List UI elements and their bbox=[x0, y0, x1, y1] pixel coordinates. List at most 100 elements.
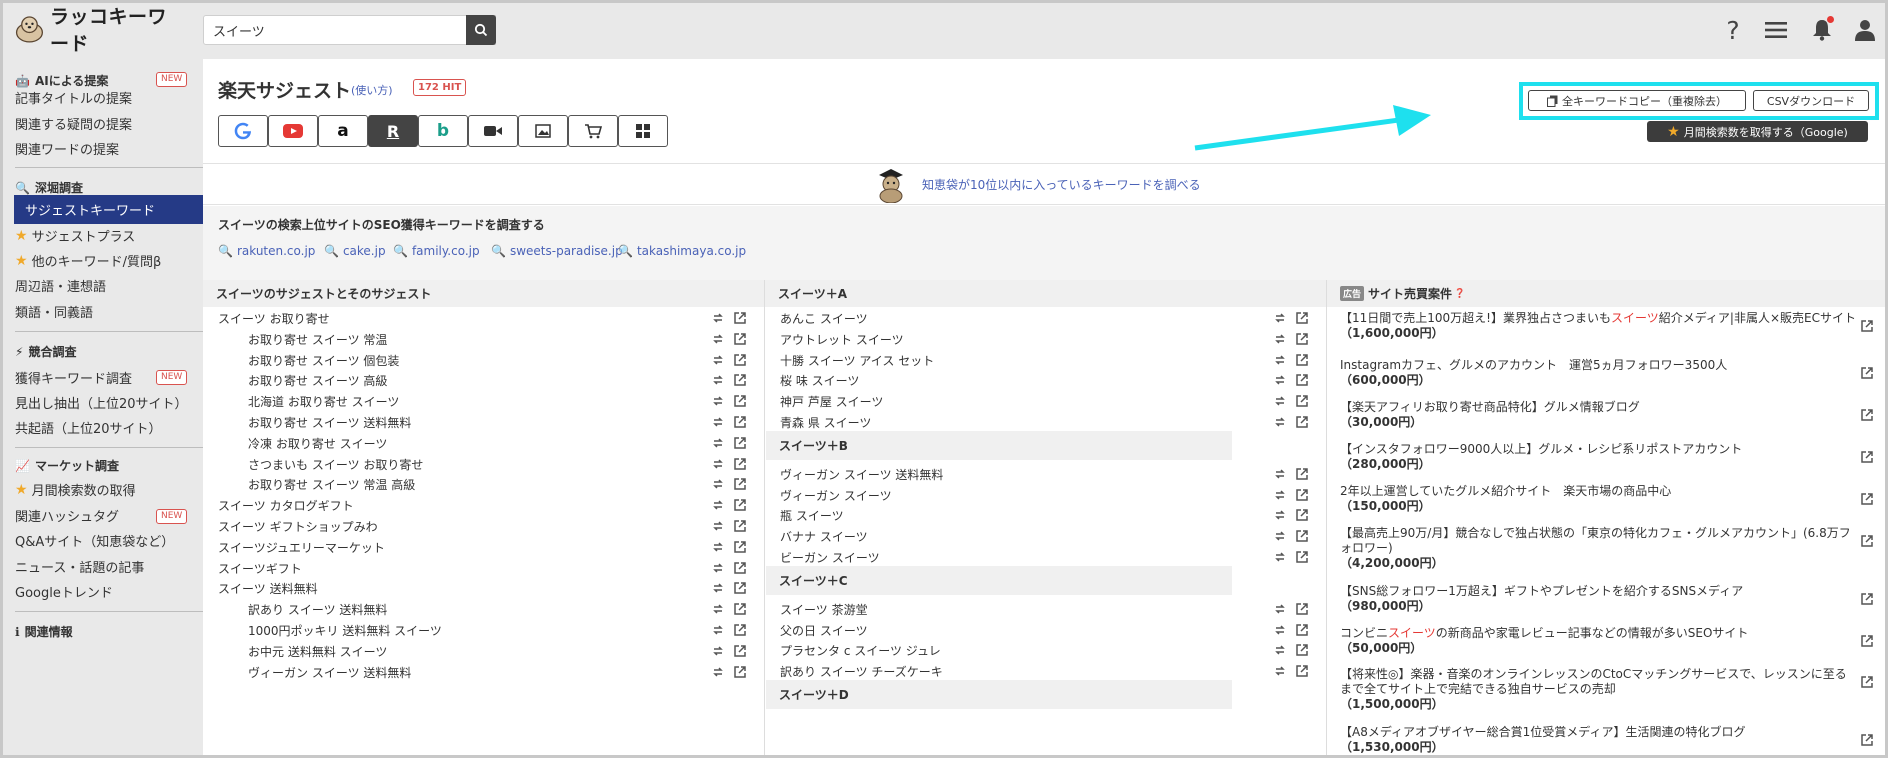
dig-deeper-icon[interactable] bbox=[1273, 373, 1287, 387]
alpha-suggest-row[interactable]: 瓶 スイーツ bbox=[780, 505, 844, 526]
dig-deeper-icon[interactable] bbox=[1273, 415, 1287, 429]
external-link-icon[interactable] bbox=[733, 519, 747, 533]
site-deal-item[interactable]: 【インスタフォロワー9000人以上】グルメ・レシピ系リポストアカウント （280,… bbox=[1340, 442, 1858, 472]
site-deal-item[interactable]: 【最高売上90万/月】競合なしで独占状態の「東京の特化カフェ・グルメアカウント」… bbox=[1340, 526, 1858, 571]
external-link-icon[interactable] bbox=[733, 415, 747, 429]
app-logo[interactable]: ラッコキーワード bbox=[14, 6, 184, 55]
external-link-icon[interactable] bbox=[733, 477, 747, 491]
sidebar-item-hashtags[interactable]: 関連ハッシュタグ bbox=[15, 506, 119, 525]
sidebar-item-associated[interactable]: 周辺語・連想語 bbox=[15, 276, 106, 295]
engine-youtube-button[interactable] bbox=[268, 115, 318, 147]
external-link-icon[interactable] bbox=[733, 353, 747, 367]
csv-download-button[interactable]: CSVダウンロード bbox=[1753, 90, 1869, 111]
dig-deeper-icon[interactable] bbox=[711, 436, 725, 450]
external-link-icon[interactable] bbox=[1860, 592, 1874, 610]
site-deal-item[interactable]: 【楽天アフィリお取り寄せ商品特化】グルメ情報ブログ （30,000円） bbox=[1340, 400, 1858, 430]
suggest-row[interactable]: スイーツ カタログギフト bbox=[218, 495, 354, 516]
site-deal-item[interactable]: 【将来性◎】楽器・音楽のオンラインレッスンのCtoCマッチングサービスで、レッス… bbox=[1340, 667, 1858, 712]
external-link-icon[interactable] bbox=[1860, 675, 1874, 693]
external-link-icon[interactable] bbox=[1860, 634, 1874, 652]
external-link-icon[interactable] bbox=[733, 540, 747, 554]
dig-deeper-icon[interactable] bbox=[711, 332, 725, 346]
dig-deeper-icon[interactable] bbox=[711, 373, 725, 387]
engine-amazon-button[interactable]: a bbox=[318, 115, 368, 147]
dig-deeper-icon[interactable] bbox=[711, 602, 725, 616]
suggest-row[interactable]: 1000円ポッキリ 送料無料 スイーツ bbox=[248, 620, 442, 641]
engine-rakuten-button[interactable]: R bbox=[368, 115, 418, 147]
external-link-icon[interactable] bbox=[1295, 353, 1309, 367]
dig-deeper-icon[interactable] bbox=[711, 394, 725, 408]
external-link-icon[interactable] bbox=[733, 602, 747, 616]
dig-deeper-icon[interactable] bbox=[1273, 508, 1287, 522]
external-link-icon[interactable] bbox=[1295, 467, 1309, 481]
dig-deeper-icon[interactable] bbox=[711, 457, 725, 471]
sidebar-item-question-proposal[interactable]: 関連する疑問の提案 bbox=[15, 114, 132, 133]
dig-deeper-icon[interactable] bbox=[1273, 664, 1287, 678]
suggest-row[interactable]: スイーツギフト bbox=[218, 558, 302, 579]
dig-deeper-icon[interactable] bbox=[711, 623, 725, 637]
suggest-row[interactable]: 訳あり スイーツ 送料無料 bbox=[248, 599, 387, 620]
suggest-row[interactable]: 北海道 お取り寄せ スイーツ bbox=[248, 391, 399, 412]
bell-icon[interactable] bbox=[1807, 14, 1837, 46]
help-icon[interactable]: ? bbox=[1718, 14, 1748, 46]
dig-deeper-icon[interactable] bbox=[1273, 394, 1287, 408]
seo-link[interactable]: 🔍 sweets-paradise.jp bbox=[491, 244, 623, 258]
site-deal-item[interactable]: 【11日間で売上100万超え!】業界独占さつまいもスイーツ紹介メディア|非属人×… bbox=[1340, 311, 1858, 341]
site-deal-item[interactable]: 【A8メディアオブザイヤー総合賞1位受賞メディア】生活関連の特化ブログ （1,53… bbox=[1340, 725, 1858, 755]
dig-deeper-icon[interactable] bbox=[711, 477, 725, 491]
engine-bing-button[interactable]: b bbox=[418, 115, 468, 147]
external-link-icon[interactable] bbox=[1295, 602, 1309, 616]
suggest-row[interactable]: お取り寄せ スイーツ 高級 bbox=[248, 370, 387, 391]
alpha-suggest-row[interactable]: 神戸 芦屋 スイーツ bbox=[780, 391, 883, 412]
dig-deeper-icon[interactable] bbox=[1273, 643, 1287, 657]
dig-deeper-icon[interactable] bbox=[711, 353, 725, 367]
user-icon[interactable] bbox=[1850, 14, 1880, 46]
sidebar-item-suggest-keyword[interactable]: サジェストキーワード bbox=[14, 195, 203, 224]
sidebar-item-related-proposal[interactable]: 関連ワードの提案 bbox=[15, 139, 119, 158]
external-link-icon[interactable] bbox=[1860, 534, 1874, 552]
chiebukuro-link[interactable]: 知恵袋が10位以内に入っているキーワードを調べる bbox=[922, 176, 1201, 193]
sidebar-item-acquired-keywords[interactable]: 獲得キーワード調査 bbox=[15, 368, 132, 387]
seo-link[interactable]: 🔍 cake.jp bbox=[324, 244, 386, 258]
external-link-icon[interactable] bbox=[1860, 450, 1874, 468]
alpha-suggest-row[interactable]: アウトレット スイーツ bbox=[780, 329, 904, 350]
seo-link[interactable]: 🔍 rakuten.co.jp bbox=[218, 244, 315, 258]
external-link-icon[interactable] bbox=[1295, 508, 1309, 522]
external-link-icon[interactable] bbox=[1295, 550, 1309, 564]
external-link-icon[interactable] bbox=[1295, 373, 1309, 387]
suggest-row[interactable]: ヴィーガン スイーツ 送料無料 bbox=[248, 662, 411, 683]
external-link-icon[interactable] bbox=[1295, 623, 1309, 637]
dig-deeper-icon[interactable] bbox=[711, 665, 725, 679]
external-link-icon[interactable] bbox=[1295, 311, 1309, 325]
suggest-row[interactable]: スイーツジュエリーマーケット bbox=[218, 537, 385, 558]
sidebar-item-news[interactable]: ニュース・話題の記事 bbox=[15, 557, 144, 576]
dig-deeper-icon[interactable] bbox=[1273, 311, 1287, 325]
engine-image-button[interactable] bbox=[518, 115, 568, 147]
alpha-suggest-row[interactable]: ヴィーガン スイーツ 送料無料 bbox=[780, 464, 943, 485]
external-link-icon[interactable] bbox=[1860, 366, 1874, 384]
sidebar-item-qa-sites[interactable]: Q&Aサイト（知恵袋など） bbox=[15, 531, 174, 550]
external-link-icon[interactable] bbox=[733, 436, 747, 450]
alpha-suggest-row[interactable]: 十勝 スイーツ アイス セット bbox=[780, 350, 934, 371]
external-link-icon[interactable] bbox=[1295, 488, 1309, 502]
dig-deeper-icon[interactable] bbox=[1273, 529, 1287, 543]
alpha-suggest-row[interactable]: 父の日 スイーツ bbox=[780, 620, 868, 641]
suggest-row[interactable]: スイーツ 送料無料 bbox=[218, 578, 318, 599]
site-deal-item[interactable]: 2年以上運営していたグルメ紹介サイト 楽天市場の商品中心 （150,000円） bbox=[1340, 484, 1858, 514]
external-link-icon[interactable] bbox=[1295, 529, 1309, 543]
external-link-icon[interactable] bbox=[1295, 643, 1309, 657]
external-link-icon[interactable] bbox=[1860, 492, 1874, 510]
alpha-suggest-row[interactable]: ヴィーガン スイーツ bbox=[780, 485, 892, 506]
external-link-icon[interactable] bbox=[1295, 394, 1309, 408]
sidebar-item-monthly-volume[interactable]: ★ 月間検索数の取得 bbox=[15, 480, 136, 500]
suggest-row[interactable]: お取り寄せ スイーツ 常温 bbox=[248, 329, 387, 350]
alpha-suggest-row[interactable]: スイーツ 茶游堂 bbox=[780, 599, 868, 620]
search-input[interactable] bbox=[204, 16, 454, 44]
get-monthly-volume-button[interactable]: ★ 月間検索数を取得する（Google) bbox=[1647, 121, 1868, 142]
external-link-icon[interactable] bbox=[733, 373, 747, 387]
search-button[interactable] bbox=[466, 15, 496, 45]
engine-apps-button[interactable] bbox=[618, 115, 668, 147]
dig-deeper-icon[interactable] bbox=[711, 644, 725, 658]
sidebar-item-title-proposal[interactable]: 記事タイトルの提案 bbox=[15, 88, 132, 107]
site-deal-item[interactable]: 【SNS総フォロワー1万超え】ギフトやプレゼントを紹介するSNSメディア （980… bbox=[1340, 584, 1858, 614]
